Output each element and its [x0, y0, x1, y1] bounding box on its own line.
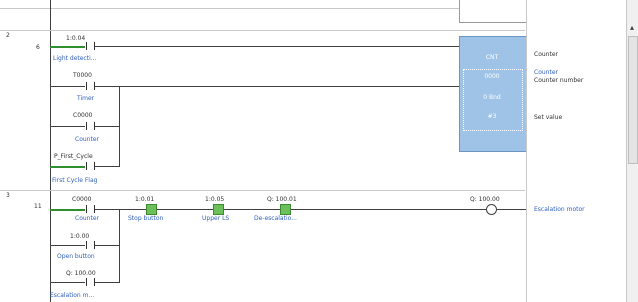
rung-wire: [95, 86, 460, 87]
contact-comment: Counter: [75, 215, 99, 222]
output-coil-escalation-motor[interactable]: [486, 204, 497, 215]
rung-wire: [95, 46, 460, 47]
active-contact-upper-ls[interactable]: [213, 204, 224, 215]
annotation-operand-desc: Counter number: [534, 77, 584, 84]
rung-wire: [50, 282, 85, 283]
annotation-set-value: Set value: [534, 114, 563, 121]
annotation-instruction: Counter: [534, 51, 558, 58]
contact-comment: First Cycle Flag: [52, 177, 98, 184]
no-contact-light-detect[interactable]: [86, 42, 95, 50]
rung-wire: [95, 245, 119, 246]
rung-wire: [50, 86, 85, 87]
no-contact-timer[interactable]: [86, 82, 95, 90]
scroll-up-icon[interactable]: ▴: [627, 22, 637, 34]
contact-address: 1:0.00: [70, 233, 90, 240]
contact-address: C0000: [73, 112, 93, 119]
energized-segment: [50, 166, 85, 168]
block-operand-2: 0 Bnd: [483, 94, 501, 101]
rung-number: 2: [6, 32, 10, 39]
contact-address: Q: 100.00: [66, 270, 96, 277]
rung-wire: [95, 126, 119, 127]
contact-address: C0000: [72, 196, 92, 203]
rung-number: 3: [6, 192, 10, 199]
no-contact-escalation-memory[interactable]: [86, 278, 95, 286]
contact-comment: Counter: [75, 136, 99, 143]
rung-wire: [50, 245, 85, 246]
annotation-panel: [526, 0, 627, 302]
branch-join: [119, 86, 120, 167]
rung-wire: [291, 209, 487, 210]
no-contact-counter[interactable]: [86, 122, 95, 130]
rung-wire: [497, 209, 526, 210]
scrollbar-thumb[interactable]: [628, 36, 638, 164]
step-number: 6: [36, 44, 40, 51]
contact-address: 1:0.01: [135, 196, 155, 203]
top-border: [0, 8, 526, 9]
rung-wire: [95, 209, 146, 210]
contact-address: P_First_Cycle: [54, 153, 93, 160]
energized-segment: [50, 46, 85, 48]
contact-comment: Stop button: [128, 215, 164, 222]
contact-comment: Light detecti...: [53, 55, 97, 62]
step-number: 11: [34, 203, 42, 210]
no-contact-counter[interactable]: [86, 205, 95, 213]
contact-address: 1:0.05: [205, 196, 225, 203]
previous-block-bottom: [459, 0, 527, 23]
rung-wire: [95, 282, 119, 283]
contact-comment: Escalation m...: [50, 292, 95, 299]
no-contact-first-cycle[interactable]: [86, 162, 95, 170]
contact-address: Q: 100.01: [267, 196, 297, 203]
active-contact-de-escalation[interactable]: [280, 204, 291, 215]
contact-address: 1:0.04: [66, 35, 86, 42]
contact-comment: Open button: [57, 253, 95, 260]
rung-wire: [50, 126, 85, 127]
no-contact-open-button[interactable]: [86, 241, 95, 249]
block-operand-3: #3: [487, 113, 497, 120]
contact-address: T0000: [73, 72, 92, 79]
active-contact-stop-button[interactable]: [146, 204, 157, 215]
coil-address: Q: 100.00: [470, 196, 500, 203]
rung-wire: [95, 166, 119, 167]
contact-comment: Upper LS: [202, 215, 230, 222]
rung-separator: [0, 190, 525, 191]
rung-separator: [0, 30, 525, 31]
cnt-function-block[interactable]: CNT 0000 0 Bnd #3: [459, 36, 527, 152]
rung-wire: [224, 209, 280, 210]
energized-segment: [50, 209, 85, 211]
rung-wire: [157, 209, 213, 210]
contact-comment: Timer: [77, 95, 95, 102]
branch-join: [119, 209, 120, 283]
annotation-operand-type: Counter: [534, 69, 558, 76]
block-operand-1: 0000: [484, 73, 500, 80]
coil-comment: Escalation motor: [534, 206, 585, 213]
block-instruction: CNT: [485, 54, 499, 61]
contact-comment: De-escalatio...: [254, 215, 297, 222]
